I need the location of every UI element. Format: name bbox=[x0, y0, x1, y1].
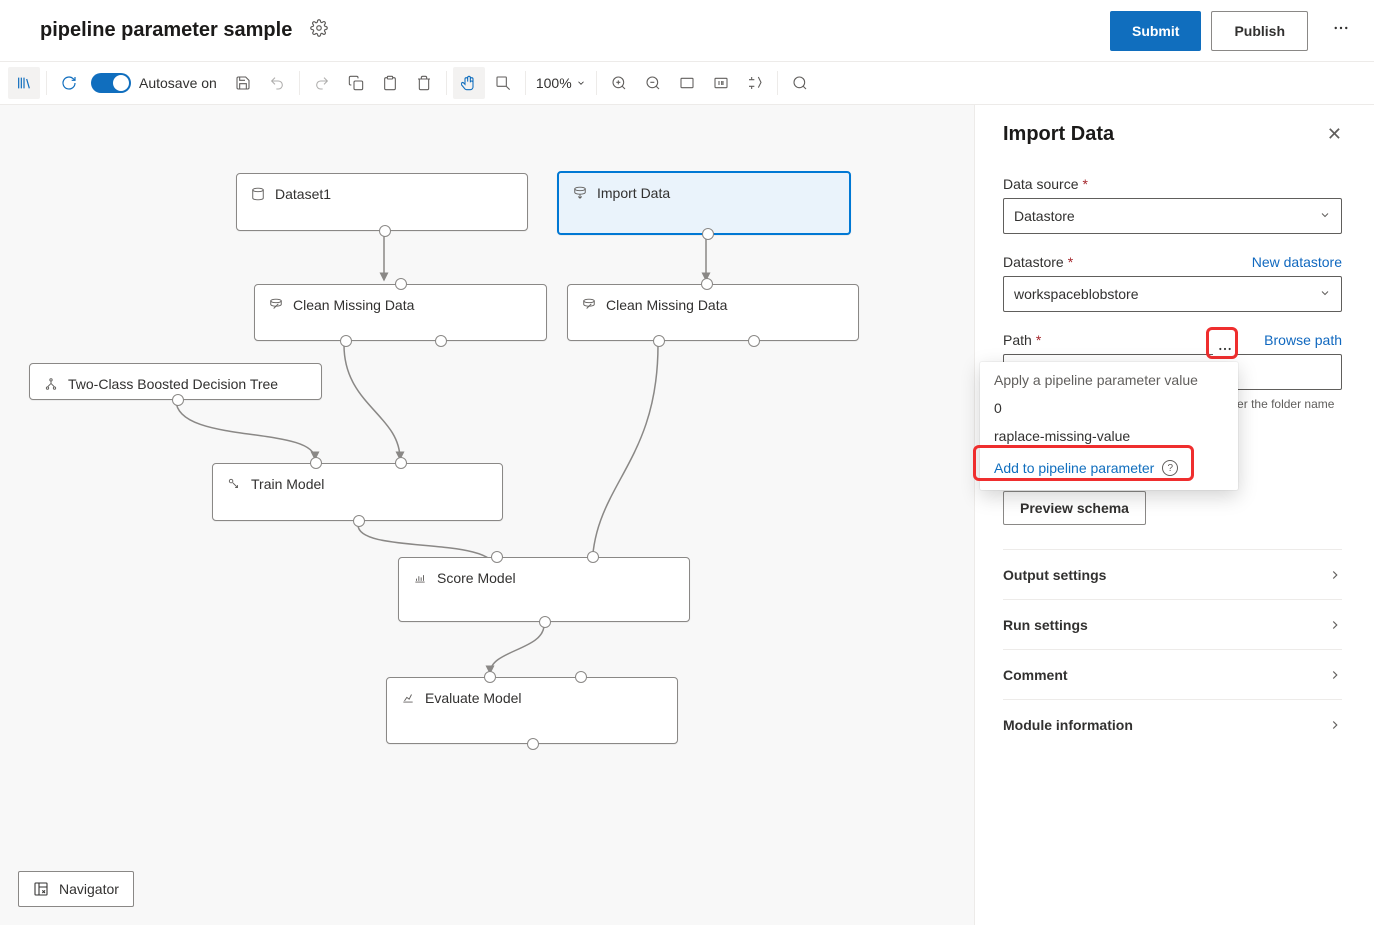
chevron-down-icon bbox=[1319, 286, 1331, 302]
score-icon bbox=[413, 571, 427, 588]
search-icon[interactable] bbox=[784, 67, 816, 99]
section-module-info[interactable]: Module information bbox=[1003, 700, 1342, 750]
section-comment[interactable]: Comment bbox=[1003, 650, 1342, 700]
node-import-data[interactable]: Import Data bbox=[557, 171, 851, 235]
autosave-label: Autosave on bbox=[139, 75, 217, 91]
node-label: Score Model bbox=[437, 570, 516, 586]
evaluate-icon bbox=[401, 691, 415, 708]
redo-icon[interactable] bbox=[306, 67, 338, 99]
section-output-settings[interactable]: Output settings bbox=[1003, 550, 1342, 600]
database-icon bbox=[251, 187, 265, 204]
clean-icon bbox=[582, 298, 596, 315]
node-label: Clean Missing Data bbox=[606, 297, 727, 313]
new-datastore-link[interactable]: New datastore bbox=[1252, 254, 1342, 270]
path-more-button[interactable] bbox=[1213, 337, 1237, 361]
data-source-select[interactable]: Datastore bbox=[1003, 198, 1342, 234]
node-label: Train Model bbox=[251, 476, 324, 492]
more-icon[interactable] bbox=[1328, 15, 1354, 46]
gear-icon[interactable] bbox=[310, 19, 328, 42]
preview-schema-button[interactable]: Preview schema bbox=[1003, 491, 1146, 525]
add-pipeline-parameter-action[interactable]: Add to pipeline parameter ? bbox=[980, 450, 1238, 486]
train-icon bbox=[227, 477, 241, 494]
close-icon[interactable]: ✕ bbox=[1327, 124, 1342, 145]
node-label: Two-Class Boosted Decision Tree bbox=[68, 376, 278, 392]
toolbar: Autosave on 100% bbox=[0, 61, 1374, 105]
select-icon[interactable] bbox=[487, 67, 519, 99]
node-label: Import Data bbox=[597, 185, 670, 201]
menu-item-0[interactable]: 0 bbox=[980, 394, 1238, 422]
properties-panel: Import Data ✕ Data source* Datastore Dat… bbox=[974, 105, 1374, 925]
node-score-model[interactable]: Score Model bbox=[398, 557, 690, 622]
auto-layout-icon[interactable] bbox=[739, 67, 771, 99]
node-label: Clean Missing Data bbox=[293, 297, 414, 313]
navigator-button[interactable]: Navigator bbox=[18, 871, 134, 907]
tree-icon bbox=[44, 377, 58, 394]
menu-item-replace[interactable]: raplace-missing-value bbox=[980, 422, 1238, 450]
navigator-label: Navigator bbox=[59, 881, 119, 897]
node-label: Evaluate Model bbox=[425, 690, 522, 706]
zoom-level[interactable]: 100% bbox=[536, 75, 586, 91]
path-label: Path* bbox=[1003, 332, 1041, 348]
node-evaluate-model[interactable]: Evaluate Model bbox=[386, 677, 678, 744]
node-clean-missing-1[interactable]: Clean Missing Data bbox=[254, 284, 547, 341]
library-icon[interactable] bbox=[8, 67, 40, 99]
browse-path-link[interactable]: Browse path bbox=[1264, 332, 1342, 348]
node-label: Dataset1 bbox=[275, 186, 331, 202]
info-icon: ? bbox=[1162, 460, 1178, 476]
node-dataset1[interactable]: Dataset1 bbox=[236, 173, 528, 231]
datastore-label: Datastore* bbox=[1003, 254, 1073, 270]
node-two-class[interactable]: Two-Class Boosted Decision Tree bbox=[29, 363, 322, 400]
clean-icon bbox=[269, 298, 283, 315]
refresh-icon[interactable] bbox=[53, 67, 85, 99]
undo-icon[interactable] bbox=[261, 67, 293, 99]
autosave-toggle[interactable] bbox=[91, 73, 131, 93]
copy-icon[interactable] bbox=[340, 67, 372, 99]
paste-icon[interactable] bbox=[374, 67, 406, 99]
panel-title: Import Data bbox=[1003, 123, 1114, 146]
zoom-in-icon[interactable] bbox=[603, 67, 635, 99]
pipeline-parameter-menu: Apply a pipeline parameter value 0 rapla… bbox=[980, 362, 1238, 490]
datastore-select[interactable]: workspaceblobstore bbox=[1003, 276, 1342, 312]
section-run-settings[interactable]: Run settings bbox=[1003, 600, 1342, 650]
zoom-out-icon[interactable] bbox=[637, 67, 669, 99]
node-train-model[interactable]: Train Model bbox=[212, 463, 503, 521]
node-clean-missing-2[interactable]: Clean Missing Data bbox=[567, 284, 859, 341]
delete-icon[interactable] bbox=[408, 67, 440, 99]
page-title: pipeline parameter sample bbox=[40, 19, 292, 42]
import-icon bbox=[573, 186, 587, 203]
data-source-label: Data source* bbox=[1003, 176, 1342, 192]
submit-button[interactable]: Submit bbox=[1110, 11, 1201, 51]
save-icon[interactable] bbox=[227, 67, 259, 99]
publish-button[interactable]: Publish bbox=[1211, 11, 1308, 51]
pan-icon[interactable] bbox=[453, 67, 485, 99]
chevron-down-icon bbox=[1319, 208, 1331, 224]
actual-size-icon[interactable] bbox=[705, 67, 737, 99]
menu-header: Apply a pipeline parameter value bbox=[980, 366, 1238, 394]
fit-icon[interactable] bbox=[671, 67, 703, 99]
